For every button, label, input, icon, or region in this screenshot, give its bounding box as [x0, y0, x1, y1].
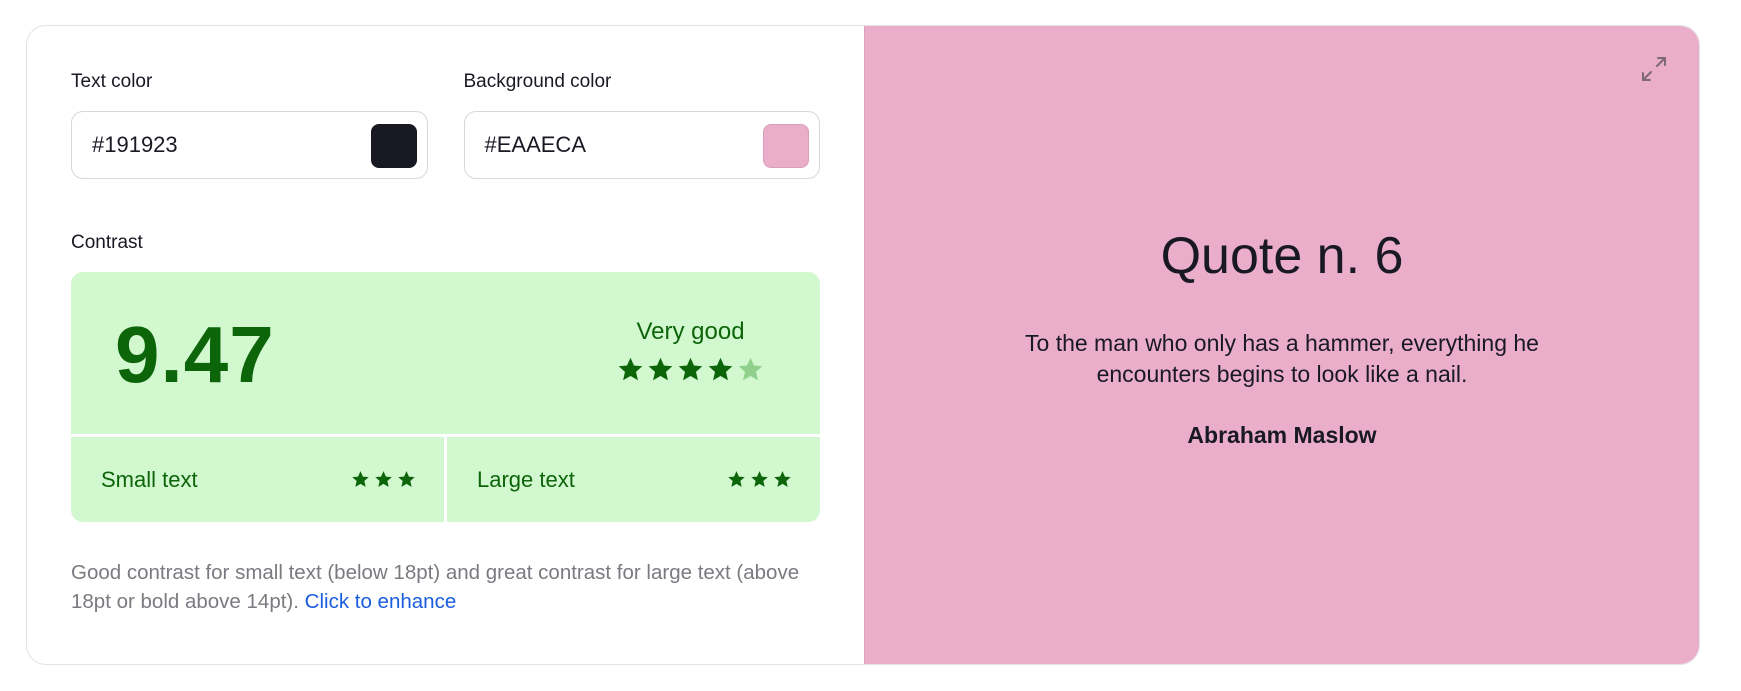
background-color-swatch[interactable]	[763, 124, 809, 168]
star-icon	[375, 471, 392, 487]
expand-icon[interactable]	[1639, 54, 1669, 84]
text-size-ratings: Small text Large text	[71, 437, 820, 522]
text-color-label: Text color	[71, 71, 153, 92]
small-text-stars	[351, 470, 416, 488]
star-icon	[708, 357, 733, 381]
contrast-result-box: 9.47 Very good Small text Large text	[71, 272, 820, 522]
large-text-rating: Large text	[444, 437, 820, 522]
small-text-rating: Small text	[71, 437, 444, 522]
star-icon	[648, 357, 673, 381]
star-icon	[618, 357, 643, 381]
color-fields: Text color #191923 Background color #EAA…	[71, 70, 820, 179]
background-color-field: Background color #EAAECA	[463, 70, 820, 179]
star-icon	[774, 471, 791, 487]
contrast-rating: Very good	[617, 317, 764, 382]
contrast-label: Contrast	[71, 232, 143, 253]
star-icon	[352, 471, 369, 487]
background-color-input[interactable]: #EAAECA	[463, 111, 820, 179]
rating-label: Very good	[636, 318, 745, 345]
controls-panel: Text color #191923 Background color #EAA…	[27, 26, 864, 664]
contrast-description: Good contrast for small text (below 18pt…	[71, 558, 831, 616]
star-empty-icon	[738, 357, 763, 381]
background-color-label: Background color	[463, 71, 612, 92]
small-text-label: Small text	[101, 466, 198, 492]
preview-panel: Quote n. 6 To the man who only has a ham…	[864, 26, 1699, 664]
contrast-score-area: 9.47 Very good	[71, 272, 820, 437]
text-color-input[interactable]: #191923	[71, 111, 428, 179]
quote-text: To the man who only has a hammer, everyt…	[1025, 330, 1539, 387]
star-icon	[728, 471, 745, 487]
star-icon	[751, 471, 768, 487]
star-icon	[678, 357, 703, 381]
large-text-label: Large text	[477, 466, 575, 492]
contrast-checker-card: Text color #191923 Background color #EAA…	[26, 25, 1700, 665]
large-text-stars	[727, 470, 792, 488]
star-icon	[398, 471, 415, 487]
text-color-swatch[interactable]	[370, 124, 417, 168]
enhance-link[interactable]: Click to enhance	[305, 590, 457, 613]
background-color-value[interactable]: #EAAECA	[485, 132, 587, 158]
text-color-value[interactable]: #191923	[92, 132, 178, 158]
contrast-score: 9.47	[115, 310, 275, 399]
text-color-field: Text color #191923	[71, 70, 428, 179]
rating-stars	[617, 356, 764, 382]
quote-author: Abraham Maslow	[1187, 422, 1377, 448]
quote-title: Quote n. 6	[1160, 227, 1404, 285]
